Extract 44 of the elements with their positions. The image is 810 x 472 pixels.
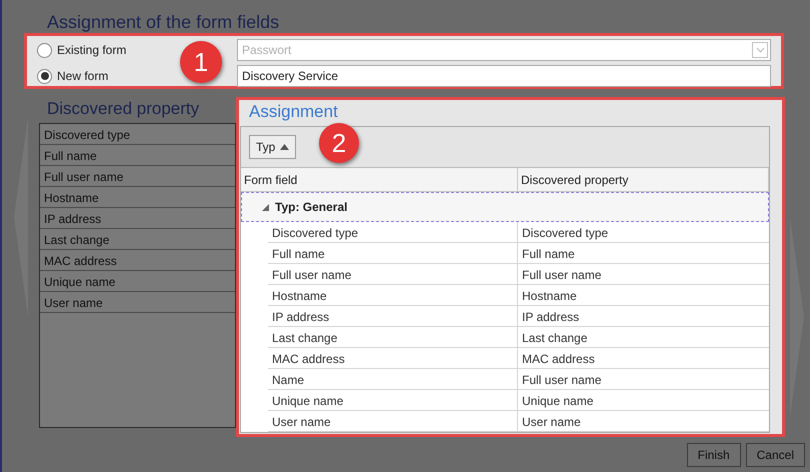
list-item[interactable]: Full name <box>40 145 235 166</box>
list-item[interactable]: Unique name <box>40 271 235 292</box>
table-cell-text: Unique name <box>521 393 594 410</box>
table-cell-text: Hostname <box>521 288 578 305</box>
list-item[interactable]: IP address <box>40 208 235 229</box>
group-row[interactable]: Typ: General <box>241 192 769 222</box>
table-cell: MAC address <box>268 348 518 368</box>
table-cell: IP address <box>268 306 518 326</box>
sort-ascending-icon <box>280 144 290 150</box>
column-header[interactable]: Discovered property <box>518 168 769 191</box>
section-title: Assignment of the form fields <box>47 11 280 33</box>
table-cell: Discovered type <box>268 222 518 242</box>
dialog-button[interactable]: Cancel <box>746 443 805 467</box>
table-cell-text: Discovered type <box>521 225 610 242</box>
column-header[interactable]: Form field <box>241 168 518 191</box>
table-cell: Name <box>268 369 518 389</box>
table-cell: Full name <box>268 243 518 263</box>
table-cell-text: Full user name <box>521 267 602 284</box>
chevron-down-icon <box>752 42 768 58</box>
group-label: Typ: General <box>275 200 348 214</box>
list-item[interactable]: Discovered type <box>40 124 235 145</box>
form-name-field[interactable]: Discovery Service <box>237 65 771 87</box>
table-cell-text: MAC address <box>521 351 596 368</box>
table-cell-text: IP address <box>521 309 580 326</box>
table-cell: Last change <box>268 327 518 347</box>
list-item[interactable]: User name <box>40 292 235 313</box>
panel-title: Assignment <box>248 101 339 123</box>
table-cell-text: User name <box>521 414 582 431</box>
group-by-button[interactable]: Typ <box>249 135 296 159</box>
panel-title: Discovered property <box>46 98 200 120</box>
list-item[interactable]: Last change <box>40 229 235 250</box>
table-cell: Unique name <box>268 390 518 410</box>
list-item[interactable]: Full user name <box>40 166 235 187</box>
table-cell-text: Full name <box>521 246 576 263</box>
table-cell-text: Full user name <box>521 372 602 389</box>
table-cell: Full user name <box>268 264 518 284</box>
table-cell: User name <box>268 411 518 431</box>
expanded-triangle-icon[interactable] <box>262 204 269 210</box>
table-cell-text: Last change <box>521 330 588 347</box>
list-item[interactable]: MAC address <box>40 250 235 271</box>
list-item[interactable]: Hostname <box>40 187 235 208</box>
dialog-button[interactable]: Finish <box>686 443 741 467</box>
table-cell: Hostname <box>268 285 518 305</box>
callout-badge: 1 <box>180 41 222 83</box>
